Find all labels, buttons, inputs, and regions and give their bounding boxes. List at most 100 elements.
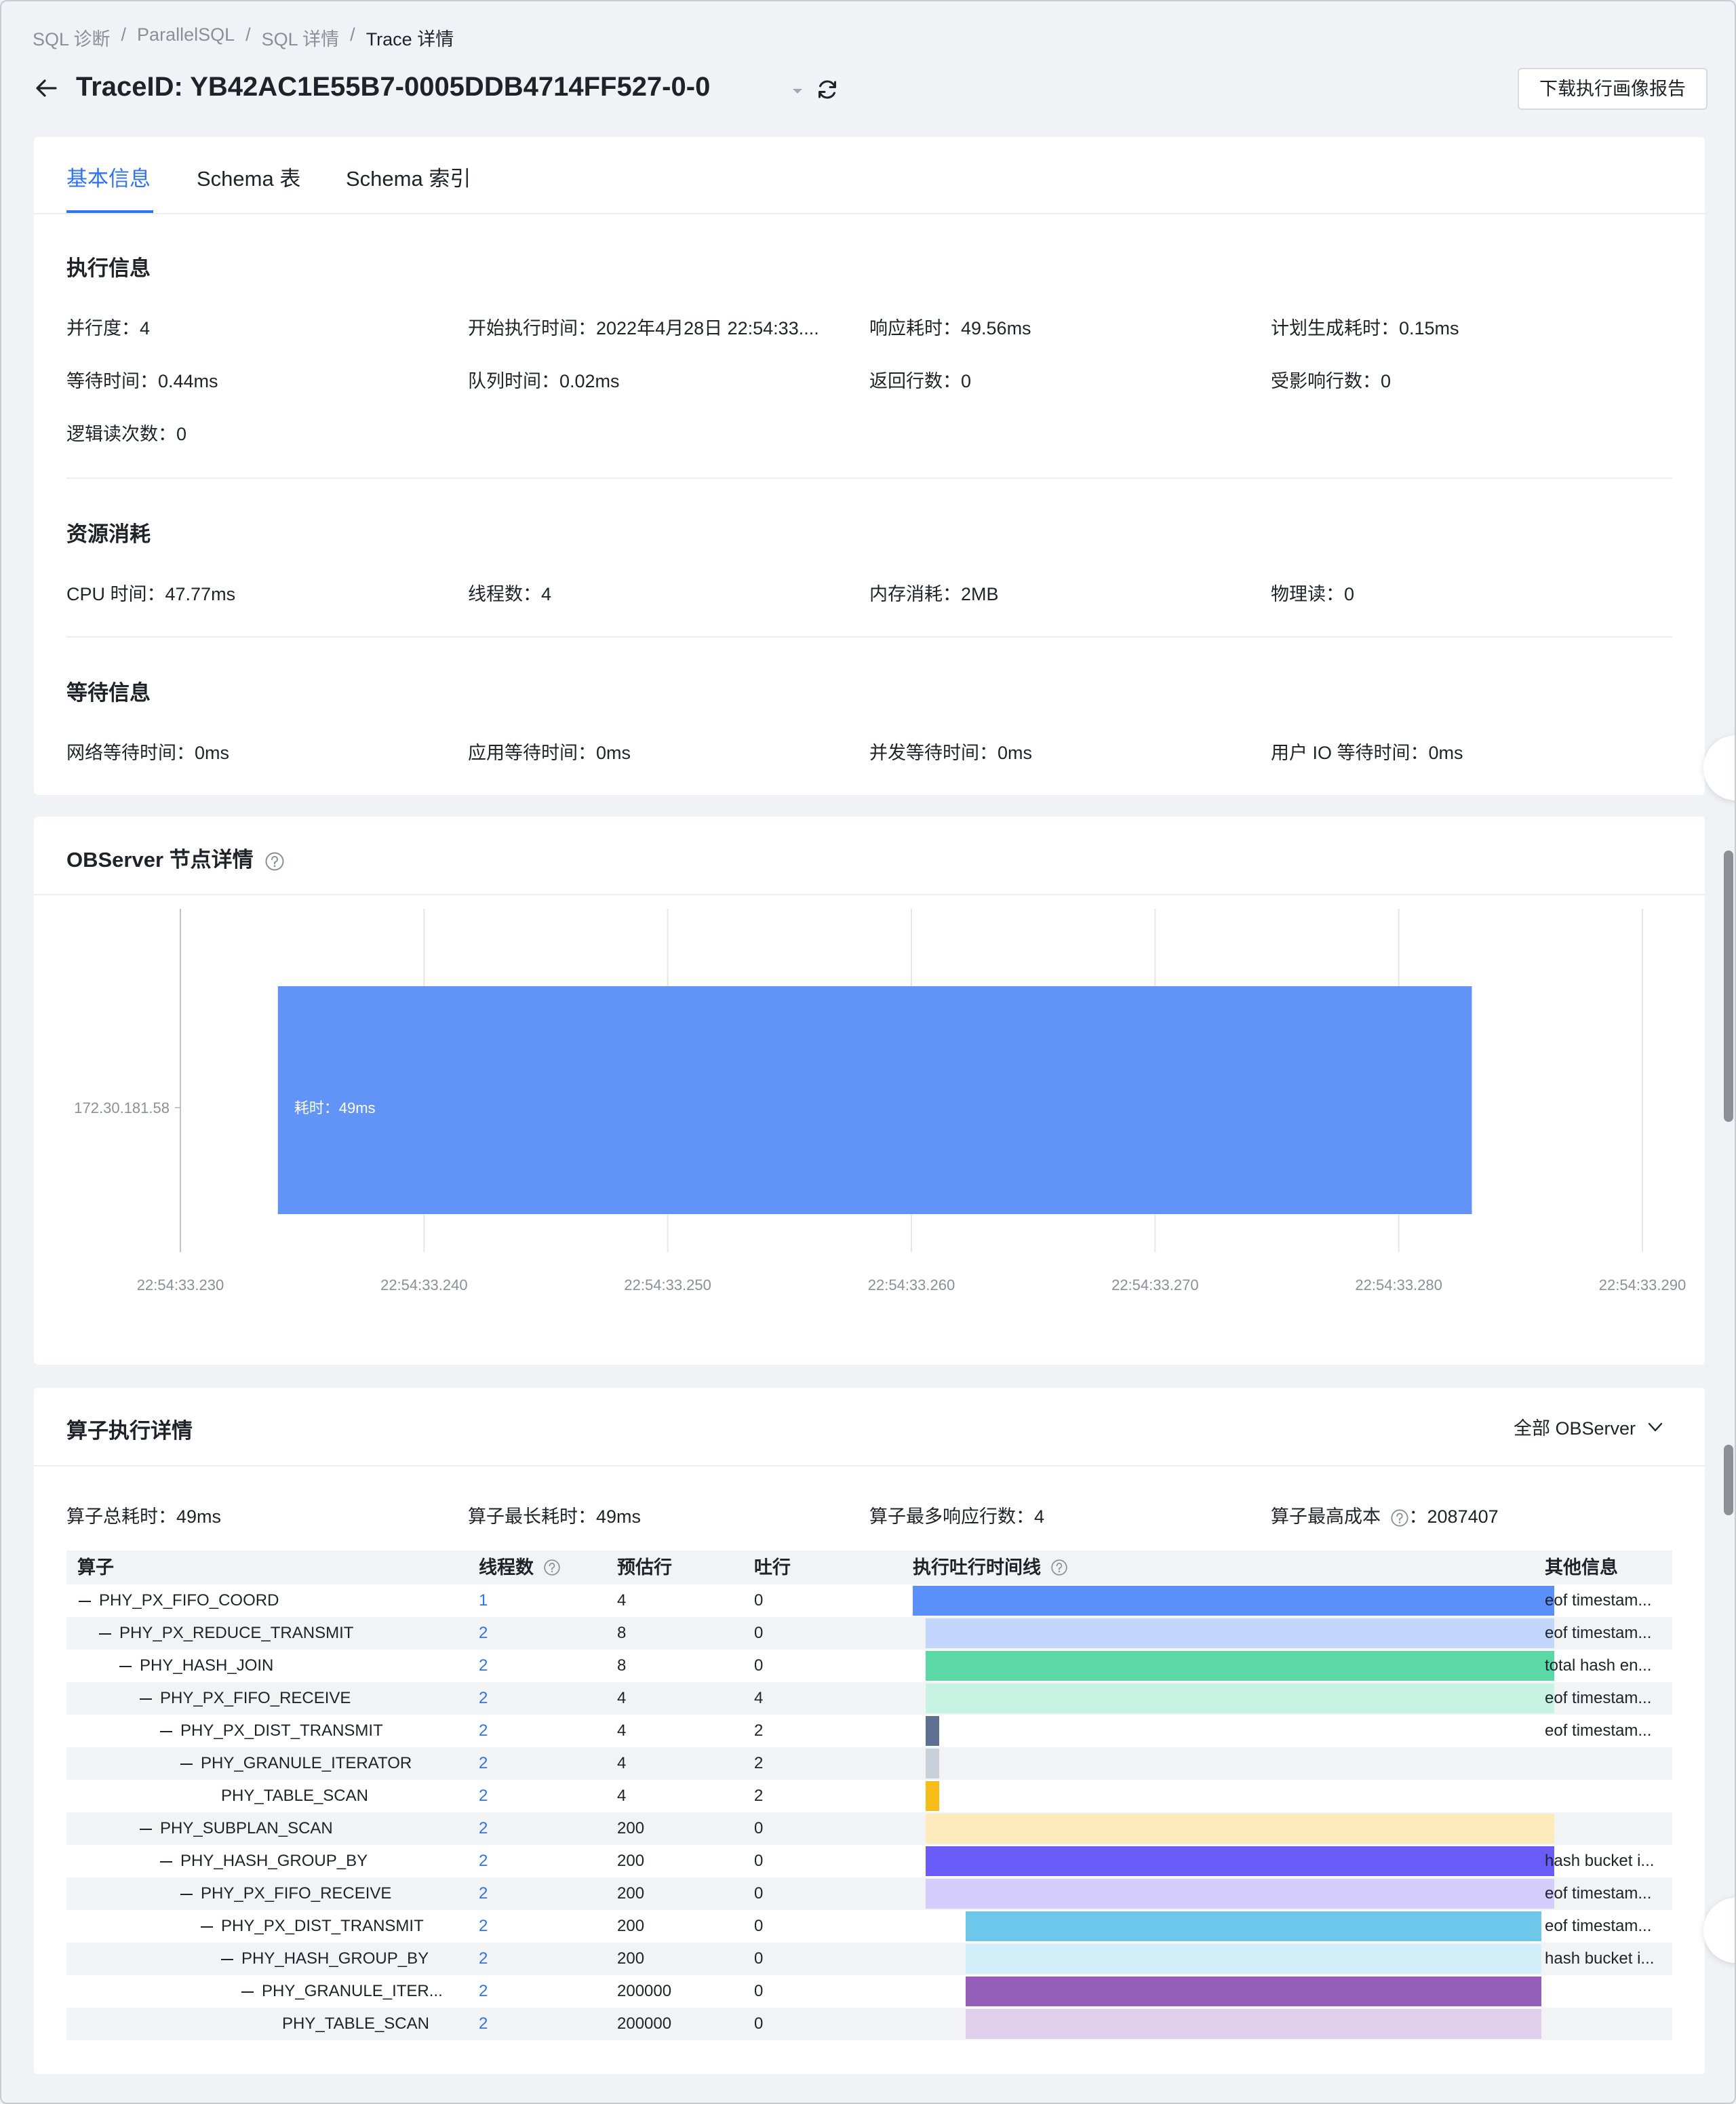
timeline-bar[interactable]	[965, 2009, 1542, 2039]
table-row[interactable]: PHY_SUBPLAN_SCAN 2 200 0	[66, 1812, 1672, 1845]
table-row[interactable]: PHY_PX_FIFO_RECEIVE 2 4 4 eof timestam...	[66, 1682, 1672, 1715]
other-info[interactable]	[1545, 1975, 1670, 2008]
other-info[interactable]	[1545, 1747, 1670, 1780]
col-other-info[interactable]: 其他信息	[1545, 1551, 1670, 1584]
floating-action-button[interactable]	[1703, 735, 1735, 800]
table-row[interactable]: PHY_GRANULE_ITERATOR 2 4 2	[66, 1747, 1672, 1780]
tab-basic-info[interactable]: 基本信息	[66, 161, 151, 192]
download-report-button[interactable]: 下载执行画像报告	[1518, 68, 1708, 110]
scrollbar-thumb[interactable]	[1724, 1445, 1733, 1515]
refresh-icon[interactable]	[815, 77, 840, 102]
col-threads[interactable]: 线程数	[479, 1551, 561, 1584]
output-rows: 4	[754, 1689, 764, 1707]
timeline-bar[interactable]	[925, 1749, 939, 1778]
collapse-icon[interactable]	[240, 1985, 255, 2000]
collapse-icon[interactable]	[138, 1692, 153, 1707]
other-info[interactable]: eof timestam...	[1545, 1877, 1670, 1910]
collapse-icon[interactable]	[179, 1887, 194, 1902]
col-timeline[interactable]: 执行吐行时间线	[913, 1551, 1564, 1584]
other-info[interactable]	[1545, 2008, 1670, 2040]
question-circle-icon[interactable]	[543, 1559, 561, 1576]
section-divider	[66, 636, 1672, 638]
thread-count-link[interactable]: 2	[479, 1780, 488, 1812]
output-rows: 0	[754, 2014, 764, 2033]
thread-count-link[interactable]: 2	[479, 1650, 488, 1682]
collapse-icon[interactable]	[159, 1724, 174, 1739]
other-info[interactable]: hash bucket i...	[1545, 1943, 1670, 1975]
breadcrumb-parallel-sql[interactable]: ParallelSQL	[137, 24, 235, 51]
caret-down-icon[interactable]	[789, 83, 806, 99]
timeline-bar[interactable]	[925, 1651, 1554, 1681]
exec-info-queue-time: 队列时间：0.02ms	[468, 371, 620, 391]
thread-count-link[interactable]: 2	[479, 1617, 488, 1650]
thread-count-link[interactable]: 2	[479, 2008, 488, 2040]
collapse-icon[interactable]	[220, 1952, 235, 1967]
other-info[interactable]: eof timestam...	[1545, 1910, 1670, 1943]
col-output-rows[interactable]: 吐行	[754, 1551, 791, 1584]
thread-count-link[interactable]: 2	[479, 1715, 488, 1747]
collapse-icon[interactable]	[199, 1920, 214, 1934]
timeline-bar[interactable]	[925, 1618, 1554, 1648]
observer-select[interactable]: 全部 OBServer	[1514, 1414, 1664, 1440]
table-row[interactable]: PHY_HASH_JOIN 2 8 0 total hash en...	[66, 1650, 1672, 1682]
thread-count-link[interactable]: 2	[479, 1877, 488, 1910]
thread-count-link[interactable]: 2	[479, 1975, 488, 2008]
tab-schema-table[interactable]: Schema 表	[197, 161, 300, 192]
timeline-bar[interactable]	[925, 1716, 939, 1746]
timeline-bar[interactable]	[965, 1911, 1542, 1941]
other-info[interactable]: hash bucket i...	[1545, 1845, 1670, 1877]
table-row[interactable]: PHY_TABLE_SCAN 2 4 2	[66, 1780, 1672, 1812]
output-rows: 0	[754, 1852, 764, 1870]
timeline-bar[interactable]	[925, 1879, 1554, 1909]
table-row[interactable]: PHY_TABLE_SCAN 2 200000 0	[66, 2008, 1672, 2040]
other-info[interactable]: eof timestam...	[1545, 1682, 1670, 1715]
thread-count-link[interactable]: 2	[479, 1682, 488, 1715]
thread-count-link[interactable]: 2	[479, 1812, 488, 1845]
table-row[interactable]: PHY_HASH_GROUP_BY 2 200 0 hash bucket i...	[66, 1943, 1672, 1975]
timeline-bar[interactable]	[913, 1586, 1554, 1616]
question-circle-icon[interactable]	[1390, 1508, 1409, 1527]
collapse-icon[interactable]	[77, 1594, 92, 1609]
collapse-icon[interactable]	[98, 1626, 113, 1641]
other-info[interactable]	[1545, 1812, 1670, 1845]
other-info[interactable]: eof timestam...	[1545, 1715, 1670, 1747]
thread-count-link[interactable]: 2	[479, 1910, 488, 1943]
scrollbar-thumb[interactable]	[1724, 851, 1733, 1122]
table-row[interactable]: PHY_HASH_GROUP_BY 2 200 0 hash bucket i...	[66, 1845, 1672, 1877]
table-row[interactable]: PHY_PX_DIST_TRANSMIT 2 200 0 eof timestam...	[66, 1910, 1672, 1943]
thread-count-link[interactable]: 1	[479, 1584, 488, 1617]
table-row[interactable]: PHY_PX_FIFO_RECEIVE 2 200 0 eof timestam...	[66, 1877, 1672, 1910]
estimated-rows: 200	[617, 1949, 645, 1968]
operator-name-text: PHY_HASH_GROUP_BY	[241, 1949, 429, 1968]
thread-count-link[interactable]: 2	[479, 1747, 488, 1780]
table-row[interactable]: PHY_PX_DIST_TRANSMIT 2 4 2 eof timestam...	[66, 1715, 1672, 1747]
thread-count-link[interactable]: 2	[479, 1845, 488, 1877]
arrow-left-icon[interactable]	[33, 75, 60, 102]
timeline-bar[interactable]	[925, 1846, 1554, 1876]
question-circle-icon[interactable]	[264, 851, 285, 872]
timeline-bar[interactable]	[925, 1683, 1554, 1713]
timeline-bar[interactable]	[925, 1781, 939, 1811]
other-info[interactable]: total hash en...	[1545, 1650, 1670, 1682]
timeline-bar[interactable]	[965, 1944, 1542, 1974]
collapse-icon[interactable]	[138, 1822, 153, 1837]
question-circle-icon[interactable]	[1050, 1559, 1068, 1576]
breadcrumb-sql-diagnosis[interactable]: SQL 诊断	[33, 24, 111, 51]
table-row[interactable]: PHY_PX_REDUCE_TRANSMIT 2 8 0 eof timestam...	[66, 1617, 1672, 1650]
table-row[interactable]: PHY_GRANULE_ITER... 2 200000 0	[66, 1975, 1672, 2008]
col-operator[interactable]: 算子	[77, 1551, 477, 1584]
other-info[interactable]: eof timestam...	[1545, 1584, 1670, 1617]
table-row[interactable]: PHY_PX_FIFO_COORD 1 4 0 eof timestam...	[66, 1584, 1672, 1617]
tab-schema-index[interactable]: Schema 索引	[346, 161, 471, 192]
collapse-icon[interactable]	[179, 1757, 194, 1772]
other-info[interactable]: eof timestam...	[1545, 1617, 1670, 1650]
timeline-bar[interactable]	[925, 1814, 1554, 1844]
collapse-icon[interactable]	[159, 1854, 174, 1869]
collapse-icon[interactable]	[118, 1659, 133, 1674]
thread-count-link[interactable]: 2	[479, 1943, 488, 1975]
floating-action-button[interactable]	[1703, 1898, 1735, 1963]
timeline-bar[interactable]	[965, 1976, 1542, 2006]
col-estimated-rows[interactable]: 预估行	[617, 1551, 672, 1584]
breadcrumb-sql-detail[interactable]: SQL 详情	[262, 24, 340, 51]
other-info[interactable]	[1545, 1780, 1670, 1812]
